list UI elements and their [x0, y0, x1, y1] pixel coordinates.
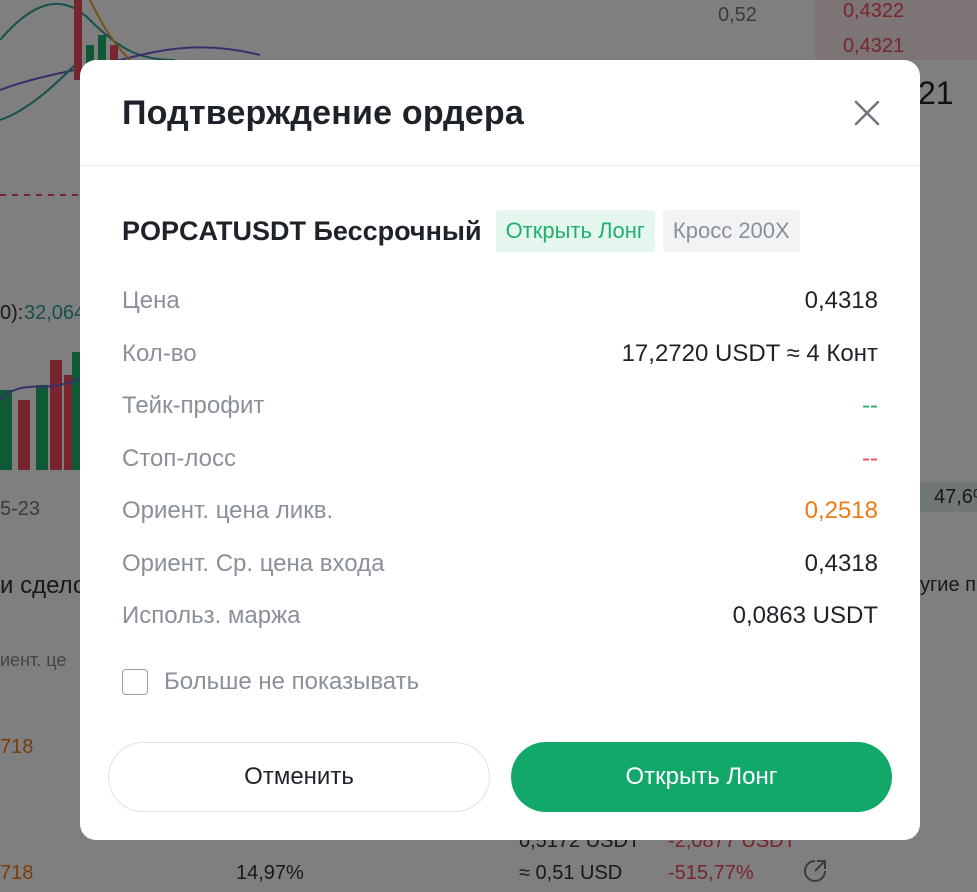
detail-row-liq-price: Ориент. цена ликв. 0,2518	[122, 485, 878, 538]
detail-value: 0,2518	[804, 497, 878, 525]
detail-label: Тейк-профит	[122, 392, 265, 420]
dont-show-checkbox[interactable]	[122, 669, 148, 695]
detail-label: Ориент. цена ликв.	[122, 497, 334, 525]
dont-show-again[interactable]: Больше не показывать	[122, 666, 419, 698]
detail-value: 0,0863 USDT	[732, 602, 878, 630]
detail-value: --	[862, 392, 878, 420]
dialog-title: Подтверждение ордера	[122, 94, 524, 132]
detail-label: Цена	[122, 287, 180, 315]
detail-row-margin: Использ. маржа 0,0863 USDT	[122, 590, 878, 643]
detail-label: Стоп-лосс	[122, 444, 237, 472]
symbol-name: POPCATUSDT Бессрочный	[122, 215, 482, 246]
detail-value: 0,4318	[804, 287, 878, 315]
cancel-button[interactable]: Отменить	[108, 742, 490, 812]
detail-value: 0,4318	[804, 549, 878, 577]
open-long-button[interactable]: Открыть Лонг	[511, 742, 892, 812]
detail-row-avg-entry: Ориент. Ср. цена входа 0,4318	[122, 538, 878, 591]
close-icon[interactable]	[850, 96, 884, 130]
detail-row-take-profit: Тейк-профит --	[122, 380, 878, 433]
symbol-row: POPCATUSDT Бессрочный Открыть Лонг Кросс…	[122, 210, 808, 252]
detail-label: Кол-во	[122, 339, 197, 367]
detail-label: Ориент. Ср. цена входа	[122, 549, 385, 577]
order-details: Цена 0,4318 Кол-во 17,2720 USDT ≈ 4 Конт…	[122, 275, 878, 643]
margin-mode-badge: Кросс 200X	[662, 210, 800, 252]
detail-row-price: Цена 0,4318	[122, 275, 878, 328]
detail-label: Использ. маржа	[122, 602, 301, 630]
dialog-header: Подтверждение ордера	[80, 60, 920, 166]
detail-value: 17,2720 USDT ≈ 4 Конт	[621, 339, 878, 367]
detail-value: --	[862, 444, 878, 472]
detail-row-quantity: Кол-во 17,2720 USDT ≈ 4 Конт	[122, 328, 878, 381]
detail-row-stop-loss: Стоп-лосс --	[122, 433, 878, 486]
dont-show-label: Больше не показывать	[164, 668, 420, 695]
side-badge: Открыть Лонг	[495, 210, 655, 252]
order-confirm-dialog: Подтверждение ордера POPCATUSDT Бессрочн…	[80, 60, 920, 840]
